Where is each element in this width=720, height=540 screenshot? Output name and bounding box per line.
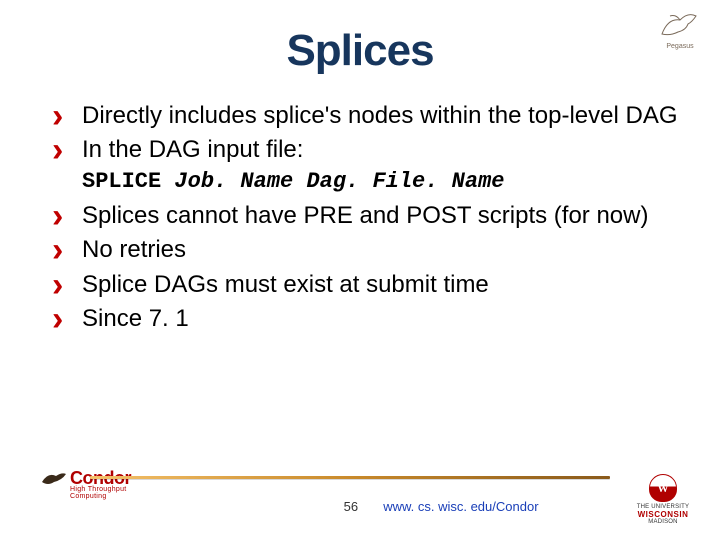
bullet-item: No retries xyxy=(48,234,680,266)
bullet-item: Since 7. 1 xyxy=(48,303,680,335)
bullet-list: Directly includes splice's nodes within … xyxy=(48,100,680,167)
footer: Condor High Throughput Computing 56 www.… xyxy=(40,468,700,522)
footer-url: www. cs. wisc. edu/Condor xyxy=(383,499,538,514)
bullet-list: Splices cannot have PRE and POST scripts… xyxy=(48,200,680,336)
code-line: SPLICE Job. Name Dag. File. Name xyxy=(82,169,680,194)
pegasus-logo: Pegasus xyxy=(650,8,710,58)
footer-divider xyxy=(90,476,610,479)
condor-logo: Condor High Throughput Computing xyxy=(40,468,160,500)
bullet-item: Splices cannot have PRE and POST scripts… xyxy=(48,200,680,232)
bullet-item: In the DAG input file: xyxy=(48,134,680,166)
uw-text: THE UNIVERSITY WISCONSIN MADISON xyxy=(626,504,700,526)
code-args: Job. Name Dag. File. Name xyxy=(174,169,504,194)
uw-logo: THE UNIVERSITY WISCONSIN MADISON xyxy=(626,474,700,524)
uw-crest-icon xyxy=(649,474,677,502)
pegasus-label: Pegasus xyxy=(666,43,693,50)
slide-title: Splices xyxy=(40,26,680,76)
bullet-item: Splice DAGs must exist at submit time xyxy=(48,269,680,301)
code-keyword: SPLICE xyxy=(82,169,161,194)
slide: Pegasus Splices Directly includes splice… xyxy=(0,0,720,540)
condor-sub: High Throughput Computing xyxy=(70,486,160,500)
bullet-item: Directly includes splice's nodes within … xyxy=(48,100,680,132)
condor-bird-icon xyxy=(40,470,68,488)
slide-number: 56 xyxy=(344,499,358,514)
pegasus-icon xyxy=(650,8,710,43)
